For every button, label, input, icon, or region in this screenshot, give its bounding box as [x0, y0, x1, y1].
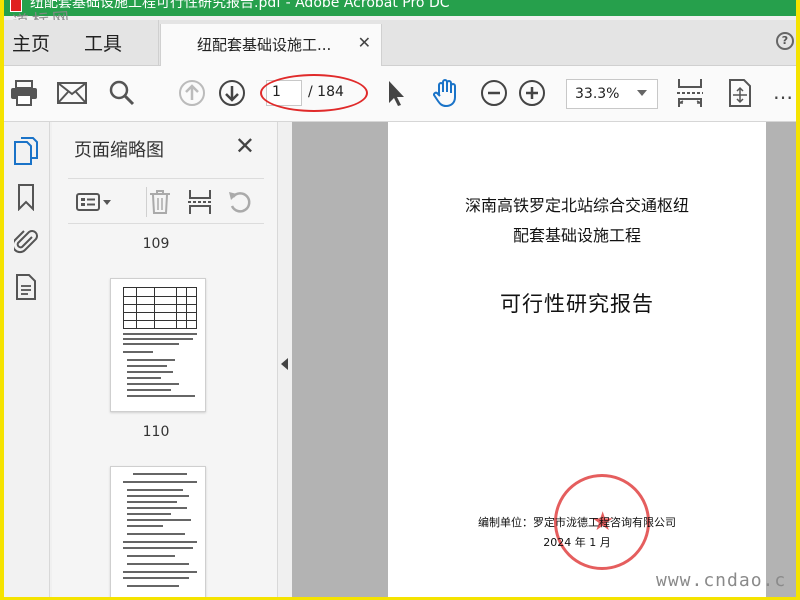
document-properties-icon[interactable]	[11, 272, 41, 302]
annotation-ellipse	[260, 74, 368, 112]
document-main-title: 可行性研究报告	[500, 292, 654, 316]
menu-tools[interactable]: 工具	[84, 29, 122, 56]
window-title: 纽配套基础设施工程可行性研究报告.pdf - Adobe Acrobat Pro…	[30, 0, 450, 11]
page-down-icon[interactable]	[214, 76, 250, 110]
search-icon[interactable]	[104, 76, 140, 110]
delete-icon[interactable]	[144, 187, 176, 217]
more-tools-icon[interactable]: …	[773, 80, 794, 104]
document-title-line1: 深南高铁罗定北站综合交通枢纽	[464, 196, 689, 215]
chevron-down-icon	[637, 90, 647, 96]
document-date: 2024 年 1 月	[543, 536, 611, 549]
thumbnail-table-graphic	[123, 287, 197, 329]
thumbnails-panel: 页面缩略图 ✕ 109 110	[52, 122, 321, 597]
thumbnail-page-number: 110	[142, 424, 170, 440]
page-up-icon[interactable]	[174, 76, 210, 110]
acrobat-window: 纽配套基础设施工程可行性研究报告.pdf - Adobe Acrobat Pro…	[4, 0, 796, 597]
divider	[158, 20, 159, 66]
document-organization: 编制单位：罗定市泷德工程咨询有限公司	[478, 516, 676, 529]
fit-width-icon[interactable]	[672, 76, 708, 110]
menu-home[interactable]: 主页	[12, 29, 50, 56]
document-tab-label: 纽配套基础设施工...	[197, 36, 332, 54]
page-thumbnail[interactable]	[110, 278, 206, 412]
select-arrow-icon[interactable]	[378, 76, 414, 110]
page-thumbnail[interactable]	[110, 466, 206, 597]
zoom-level-value: 33.3%	[575, 86, 620, 102]
print-icon[interactable]	[6, 76, 42, 110]
thumbnail-toolbar	[68, 178, 264, 224]
attachment-icon[interactable]	[11, 226, 41, 256]
close-icon[interactable]: ✕	[235, 134, 255, 158]
title-bar: 纽配套基础设施工程可行性研究报告.pdf - Adobe Acrobat Pro…	[4, 0, 796, 16]
document-view[interactable]: 深南高铁罗定北站综合交通枢纽 配套基础设施工程 可行性研究报告 ★ 编制单位：罗…	[292, 122, 796, 597]
bookmark-icon[interactable]	[11, 182, 41, 212]
watermark-bottom: www.cndao.c	[656, 570, 787, 591]
rotate-icon[interactable]	[224, 187, 256, 217]
zoom-out-icon[interactable]	[476, 76, 512, 110]
main-toolbar: 1 / 184 33.3% …	[4, 66, 796, 122]
navigation-rail	[4, 122, 50, 597]
insert-page-icon[interactable]	[184, 187, 216, 217]
pdf-page: 深南高铁罗定北站综合交通枢纽 配套基础设施工程 可行性研究报告 ★ 编制单位：罗…	[388, 122, 766, 597]
panel-title: 页面缩略图	[74, 140, 164, 161]
zoom-in-icon[interactable]	[514, 76, 550, 110]
email-icon[interactable]	[54, 76, 90, 110]
collapse-panel-icon[interactable]	[281, 358, 288, 370]
fit-page-icon[interactable]	[722, 76, 758, 110]
zoom-level-select[interactable]: 33.3%	[566, 79, 658, 109]
hand-icon[interactable]	[428, 76, 464, 110]
options-menu-icon[interactable]	[74, 187, 114, 217]
help-icon[interactable]: ?	[776, 32, 794, 50]
document-tab[interactable]: 纽配套基础设施工... ✕	[160, 24, 382, 66]
thumbnail-page-number: 109	[142, 236, 170, 252]
close-tab-icon[interactable]: ✕	[358, 33, 371, 52]
page-thumbnails-icon[interactable]	[11, 136, 41, 166]
document-title-line2: 配套基础设施工程	[512, 226, 641, 245]
menu-tab-row: 主页 工具 纽配套基础设施工... ✕ ?	[4, 20, 796, 66]
